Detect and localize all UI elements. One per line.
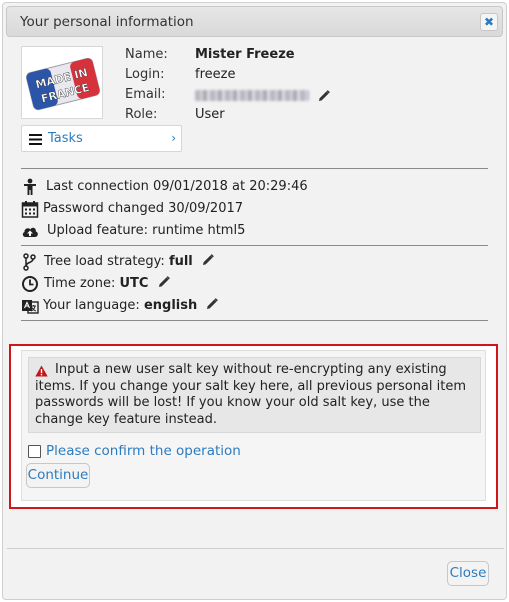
role-label: Role:: [125, 107, 158, 122]
divider: [21, 168, 488, 169]
login-label: Login:: [125, 67, 165, 82]
name-label: Name:: [125, 47, 168, 62]
edit-language-pencil-icon[interactable]: [206, 298, 219, 310]
close-button[interactable]: Close: [447, 561, 489, 586]
tasks-label: Tasks: [48, 131, 83, 146]
confirm-checkbox[interactable]: [28, 445, 41, 458]
tree-strategy-text: Tree load strategy: full: [44, 254, 214, 269]
language-icon: [22, 300, 39, 314]
upload-feature-text: Upload feature: runtime html5: [47, 223, 246, 238]
made-in-france-logo: MADE IN FRANCE: [25, 57, 101, 111]
user-icon: [24, 178, 36, 195]
time-zone-text: Time zone: UTC: [44, 276, 170, 291]
divider: [21, 320, 488, 321]
salt-key-highlight: Input a new user salt key without re-enc…: [9, 344, 498, 509]
tasks-button[interactable]: Tasks ›: [21, 125, 182, 152]
code-fork-icon: [23, 253, 36, 271]
tree-strategy-value: full: [168, 254, 193, 269]
time-zone-value: UTC: [119, 276, 149, 291]
edit-email-pencil-icon[interactable]: [318, 90, 331, 102]
tree-strategy-label: Tree load strategy:: [44, 254, 165, 269]
login-value: freeze: [195, 67, 236, 82]
salt-key-panel: Input a new user salt key without re-enc…: [21, 350, 486, 501]
continue-button[interactable]: Continue: [26, 463, 90, 488]
personal-info-dialog: Your personal information ✖ MADE IN FRAN…: [2, 2, 507, 600]
language-label: Your language:: [43, 298, 140, 313]
clock-icon: [22, 276, 38, 292]
edit-tree-strategy-pencil-icon[interactable]: [202, 254, 214, 266]
email-value: [195, 87, 331, 105]
close-icon[interactable]: ✖: [480, 13, 498, 31]
salt-key-warning: Input a new user salt key without re-enc…: [28, 357, 481, 433]
language-value: english: [143, 298, 198, 313]
time-zone-label: Time zone:: [44, 276, 116, 291]
language-text: Your language: english: [43, 298, 219, 313]
confirm-label[interactable]: Please confirm the operation: [46, 443, 241, 459]
chevron-right-icon: ›: [171, 131, 176, 145]
avatar: MADE IN FRANCE: [21, 46, 103, 119]
dialog-titlebar: Your personal information ✖: [6, 6, 503, 37]
email-blurred: [195, 90, 309, 101]
footer-divider: [7, 548, 504, 549]
name-value: Mister Freeze: [195, 47, 295, 62]
role-value: User: [195, 107, 225, 122]
edit-time-zone-pencil-icon[interactable]: [158, 276, 170, 288]
cloud-upload-icon: [22, 227, 38, 237]
calendar-icon: [21, 201, 39, 218]
divider: [21, 245, 488, 246]
dialog-title: Your personal information: [20, 14, 194, 30]
menu-icon: [29, 134, 42, 145]
email-label: Email:: [125, 87, 166, 102]
password-changed-text: Password changed 30/09/2017: [43, 201, 244, 216]
last-connection-text: Last connection 09/01/2018 at 20:29:46: [46, 179, 308, 194]
warning-text: Input a new user salt key without re-enc…: [35, 362, 467, 427]
